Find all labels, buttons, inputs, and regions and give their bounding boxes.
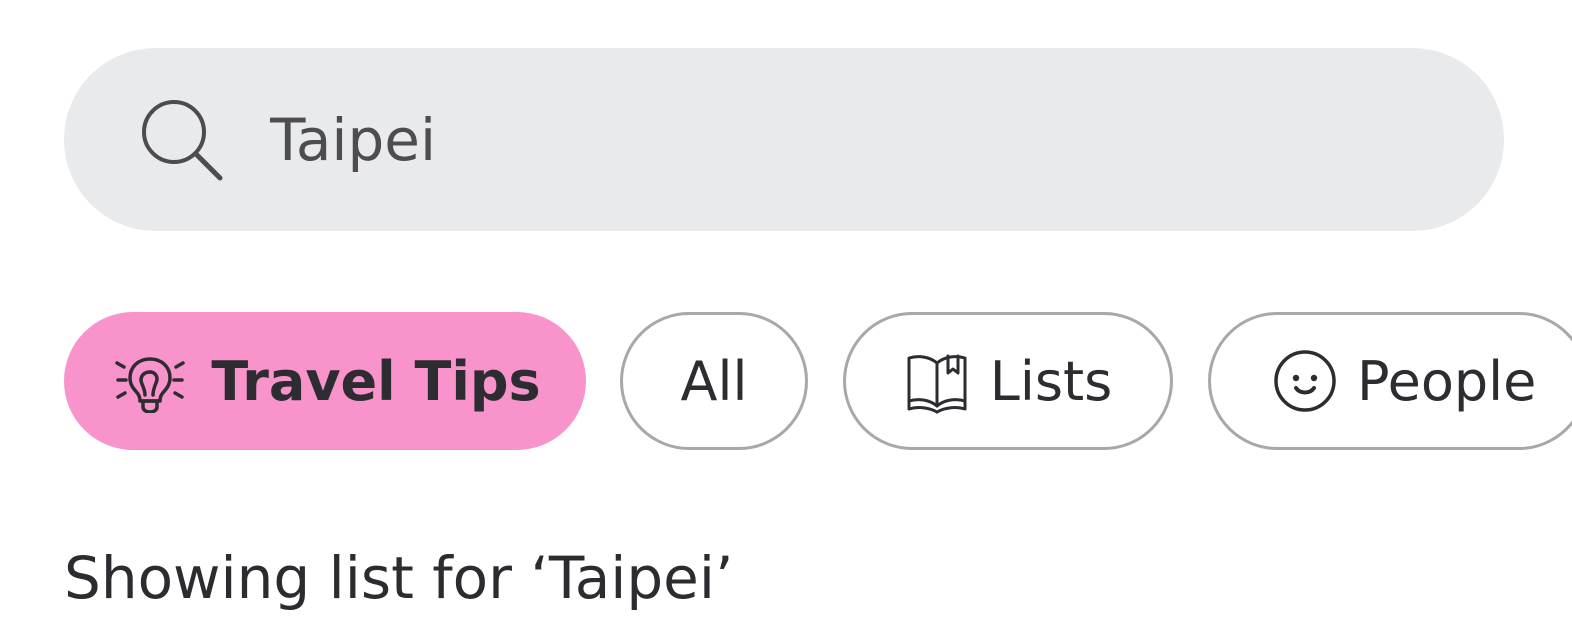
results-summary: Showing list for ‘Taipei’ xyxy=(64,544,734,612)
filter-people-label: People xyxy=(1357,349,1537,413)
search-input[interactable] xyxy=(270,96,1420,184)
filter-lists[interactable]: Lists xyxy=(843,312,1173,450)
filter-people[interactable]: People xyxy=(1208,312,1572,450)
lightbulb-icon xyxy=(115,357,186,413)
open-book-icon xyxy=(907,354,967,414)
search-results-page: Travel Tips All Lists People Showing lis… xyxy=(0,0,1572,644)
filter-travel-tips[interactable]: Travel Tips xyxy=(64,312,586,450)
search-icon[interactable] xyxy=(140,98,226,182)
filter-lists-label: Lists xyxy=(989,349,1113,413)
smiley-face-icon xyxy=(1274,350,1336,412)
filter-all-label: All xyxy=(680,349,748,413)
filter-all[interactable]: All xyxy=(620,312,808,450)
filter-travel-tips-label: Travel Tips xyxy=(211,349,541,413)
